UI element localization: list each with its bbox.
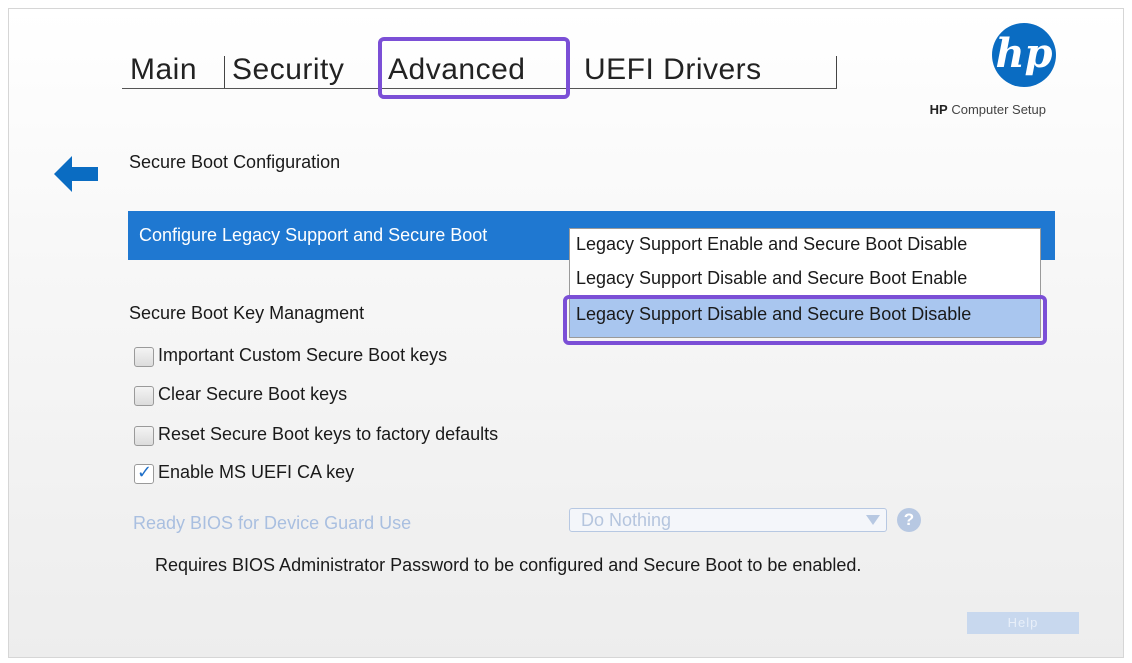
tab-main[interactable]: Main xyxy=(130,50,197,90)
checkbox-label: Reset Secure Boot keys to factory defaul… xyxy=(158,424,499,444)
requirement-note: Requires BIOS Administrator Password to … xyxy=(155,555,862,575)
tab-separator xyxy=(224,56,225,88)
device-guard-select-value: Do Nothing xyxy=(581,510,672,530)
tab-uefi-drivers[interactable]: UEFI Drivers xyxy=(584,50,762,90)
back-arrow-icon xyxy=(54,156,98,192)
dropdown-option-legacy-disable-secure-enable[interactable]: Legacy Support Disable and Secure Boot E… xyxy=(570,263,1040,297)
checkbox-checked[interactable]: ✓ xyxy=(134,462,154,484)
question-circle-icon: ? xyxy=(897,508,921,532)
checkbox-label: Enable MS UEFI CA key xyxy=(158,462,355,482)
checkbox-label: Clear Secure Boot keys xyxy=(158,384,348,404)
subtitle-text: Computer Setup xyxy=(951,102,1046,117)
back-button[interactable] xyxy=(54,156,100,192)
checkbox-label: Important Custom Secure Boot keys xyxy=(158,345,448,365)
checkbox[interactable] xyxy=(134,426,154,446)
help-button: Help xyxy=(967,612,1079,634)
section-title-key-management: Secure Boot Key Managment xyxy=(129,303,365,323)
tab-separator xyxy=(836,56,837,88)
checkbox[interactable] xyxy=(134,347,154,367)
chevron-down-icon xyxy=(866,515,880,525)
checkmark-icon: ✓ xyxy=(137,462,153,482)
app-subtitle: HP Computer Setup xyxy=(930,102,1046,117)
device-guard-select: Do Nothing xyxy=(569,508,887,532)
selected-option-highlight xyxy=(563,295,1047,345)
configure-legacy-secure-boot-label: Configure Legacy Support and Secure Boot xyxy=(139,225,488,245)
dropdown-option-legacy-enable-secure-disable[interactable]: Legacy Support Enable and Secure Boot Di… xyxy=(570,229,1040,263)
device-guard-label: Ready BIOS for Device Guard Use xyxy=(133,513,412,533)
advanced-tab-highlight xyxy=(378,37,570,99)
subtitle-brand: HP xyxy=(929,102,948,117)
checkbox[interactable] xyxy=(134,386,154,406)
tab-security[interactable]: Security xyxy=(232,50,344,90)
section-title-secure-boot-configuration: Secure Boot Configuration xyxy=(129,152,341,172)
hp-logo: hp xyxy=(992,23,1056,87)
